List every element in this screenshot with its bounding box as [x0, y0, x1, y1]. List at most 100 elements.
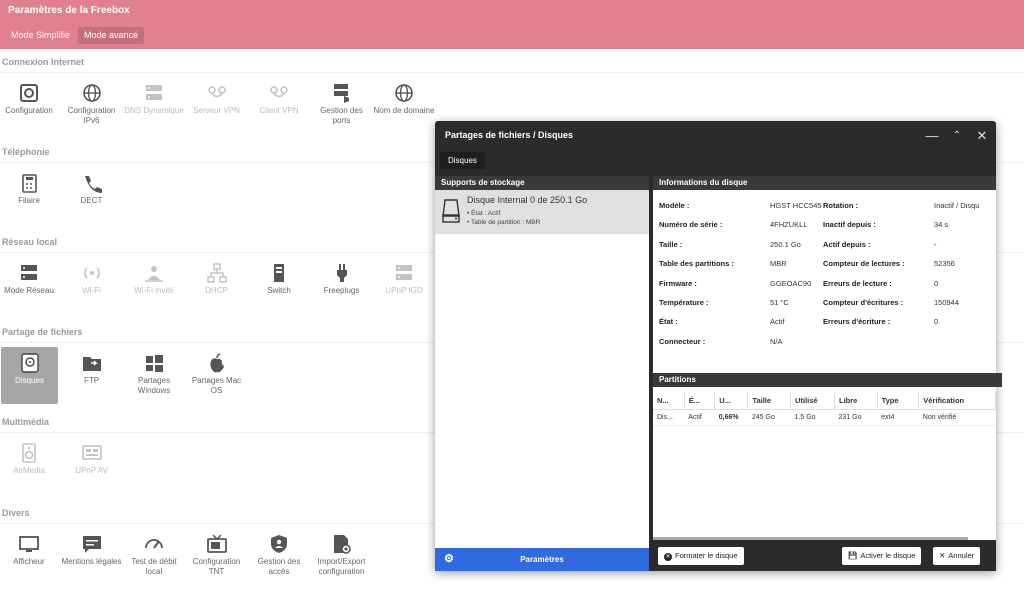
app-label: UPnP IGD [385, 286, 423, 295]
section-divider [0, 72, 1024, 73]
maximize-icon[interactable]: ⌃ [948, 127, 966, 145]
info-key: Erreurs de lecture : [823, 278, 892, 288]
app-title: Paramètres de la Freebox [8, 5, 130, 16]
app-label: DHCP [205, 286, 228, 295]
activate-disk-button[interactable]: 💾 Activer le disque [842, 547, 922, 565]
column-header[interactable]: Libre [834, 391, 878, 410]
app-gestion-des-ports[interactable]: Gestion des ports [311, 82, 373, 126]
app-partages-mac-os[interactable]: Partages Mac OS [186, 352, 248, 396]
app-label: Disques [15, 376, 44, 385]
info-key: Rotation : [823, 201, 858, 210]
app-label: Gestion des ports [320, 106, 363, 125]
app-label: Serveur VPN [193, 106, 240, 115]
tab-disques[interactable]: Disques [440, 152, 485, 169]
switch-icon [268, 262, 290, 284]
app-mentions-legales[interactable]: Mentions légales [61, 533, 123, 567]
column-header[interactable]: Utilisé [790, 391, 836, 410]
cancel-button[interactable]: ✕ Annuler [933, 547, 981, 565]
app-switch[interactable]: Switch [248, 262, 310, 296]
mode-advanced-button[interactable]: Mode avancé [78, 27, 145, 44]
section-title: Partage de fichiers [2, 327, 83, 337]
app-afficheur[interactable]: Afficheur [0, 533, 60, 567]
top-bar: Paramètres de la Freebox Mode Simplifié … [0, 0, 1024, 49]
disk-info-panel: Informations du disque Modèle : HGST HCC5… [653, 176, 1002, 571]
disk-list-item[interactable]: Disque Internal 0 de 250.1 Go • État : A… [435, 190, 649, 234]
server-icon [393, 262, 415, 284]
info-row: Compteur d'écritures : 150944 [823, 298, 959, 310]
column-header[interactable]: É... [684, 391, 716, 410]
hard-drive-icon [442, 199, 460, 223]
column-header[interactable]: N... [653, 391, 685, 410]
app-dhcp[interactable]: DHCP [186, 262, 248, 296]
app-dect[interactable]: DECT [61, 172, 123, 206]
app-label: Wi-Fi [82, 286, 101, 295]
column-header[interactable]: Vérification [918, 391, 996, 410]
minimize-icon[interactable]: — [923, 127, 941, 145]
server-icon [18, 262, 40, 284]
app-configuration[interactable]: Configuration [0, 82, 60, 116]
vpn-icon [206, 82, 228, 104]
app-filaire[interactable]: Filaire [0, 172, 60, 206]
app-dns-dynamique[interactable]: DNS Dynamique [123, 82, 185, 116]
globe-icon [81, 82, 103, 104]
info-row: Compteur de lectures : 52356 [823, 259, 955, 271]
app-label: Gestion des accès [257, 557, 301, 576]
app-configuration-tnt[interactable]: Configuration TNT [186, 533, 248, 577]
column-header[interactable]: Taille [747, 391, 792, 410]
column-header[interactable]: Type [877, 391, 920, 410]
gear-icon: ⚙ [444, 553, 454, 565]
mode-simple-button[interactable]: Mode Simplifié [5, 27, 76, 44]
info-value: Inactif / Disqu [934, 201, 980, 210]
app-gestion-des-acces[interactable]: Gestion des accès [248, 533, 310, 577]
app-label: Mentions légales [61, 557, 122, 566]
info-key: Erreurs d'écriture : [823, 317, 891, 327]
app-label: Filaire [18, 196, 40, 205]
gauge-icon [143, 533, 165, 555]
app-disques[interactable]: Disques [1, 347, 58, 404]
app-airmedia[interactable]: AirMedia [0, 442, 60, 476]
info-row: Modèle : HGST HCC545 [659, 201, 822, 213]
format-disk-button[interactable]: ✕ Formater le disque [658, 547, 744, 565]
cancel-icon: ✕ [939, 551, 946, 560]
info-row: Erreurs de lecture : 0 [823, 278, 938, 291]
vpn-icon [268, 82, 290, 104]
app-label: Client VPN [259, 106, 299, 115]
info-row: Inactif depuis : 34 s [823, 220, 948, 232]
storage-heading: Supports de stockage [435, 176, 649, 190]
app-import-export-configuration[interactable]: Import/Export configuration [311, 533, 373, 577]
info-value: 4FHZUKLL [770, 220, 808, 230]
info-value: GGEOAC90 [770, 278, 812, 288]
app-nom-de-domaine[interactable]: Nom de domaine [373, 82, 435, 116]
info-key: Table des partitions : [659, 259, 734, 269]
app-wi-fi[interactable]: Wi-Fi [61, 262, 123, 296]
partitions-table: N... É... U... Taille Utilisé Libre Type Vérifi… [653, 391, 996, 426]
app-client-vpn[interactable]: Client VPN [248, 82, 310, 116]
app-upnp-av[interactable]: UPnP AV [61, 442, 123, 476]
network-icon [206, 262, 228, 284]
column-header[interactable]: U... [714, 391, 749, 410]
app-label: Switch [267, 286, 291, 295]
close-icon[interactable]: ✕ [973, 127, 991, 145]
app-freeplugs[interactable]: Freeplugs [311, 262, 373, 296]
app-configuration-ipv6[interactable]: Configuration IPv6 [61, 82, 123, 126]
app-label: Partages Mac OS [191, 376, 242, 395]
table-row[interactable]: Dis... Actif 0,66% 245 Go 1.5 Go 231 Go ext4 No… [653, 409, 996, 426]
info-key: Température : [659, 298, 709, 307]
apple-icon [206, 352, 228, 374]
table-cell: 231 Go [834, 409, 878, 426]
app-label: Wi-Fi invité [134, 286, 174, 295]
windows-icon [143, 352, 165, 374]
app-serveur-vpn[interactable]: Serveur VPN [186, 82, 248, 116]
app-label: Freeplugs [323, 286, 360, 295]
app-upnp-igd[interactable]: UPnP IGD [373, 262, 435, 296]
app-partages-windows[interactable]: Partages Windows [123, 352, 185, 396]
app-test-de-debit-local[interactable]: Test de débit local [123, 533, 185, 577]
monitor-icon [18, 533, 40, 555]
app-label: Configuration TNT [192, 557, 241, 576]
app-wi-fi-invite[interactable]: Wi-Fi invité [123, 262, 185, 296]
table-cell: Dis... [653, 409, 685, 426]
app-ftp[interactable]: FTP [61, 352, 123, 386]
params-button[interactable]: ⚙ Paramètres [435, 548, 649, 571]
app-mode-reseau[interactable]: Mode Réseau [0, 262, 60, 296]
app-label: AirMedia [13, 466, 45, 475]
